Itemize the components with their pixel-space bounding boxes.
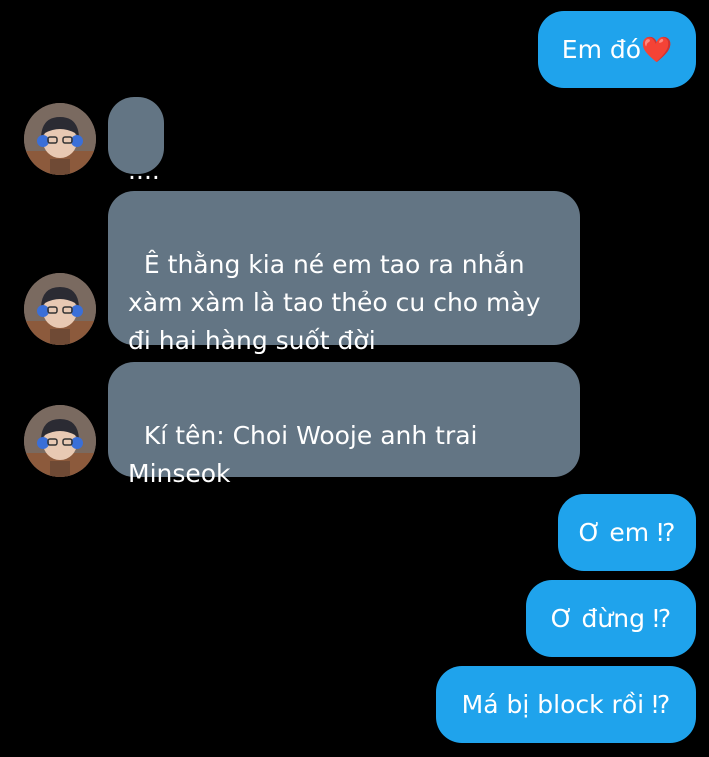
message-text: Má bị block rồi ⁉	[461, 689, 671, 719]
contact-avatar[interactable]	[24, 405, 96, 477]
avatar-photo	[24, 103, 96, 175]
message-text: Kí tên: Choi Wooje anh trai Minseok	[128, 421, 486, 488]
avatar-photo	[24, 273, 96, 345]
contact-avatar[interactable]	[24, 273, 96, 345]
message-text: Ơ em ⁉	[578, 517, 676, 547]
message-bubble-outgoing[interactable]: Ơ em ⁉	[558, 494, 696, 571]
contact-avatar[interactable]	[24, 103, 96, 175]
message-bubble-incoming[interactable]: Ê thằng kia né em tao ra nhắn xàm xàm là…	[108, 191, 580, 355]
message-text: Ơ đừng ⁉	[550, 603, 672, 633]
message-bubble-outgoing[interactable]: Má bị block rồi ⁉	[436, 666, 696, 743]
message-bubble-outgoing[interactable]: Em đó❤️	[538, 11, 696, 88]
message-bubble-incoming[interactable]: Kí tên: Choi Wooje anh trai Minseok	[108, 362, 580, 488]
message-text: Em đó❤️	[561, 34, 673, 64]
avatar-photo	[24, 405, 96, 477]
message-text: Ê thằng kia né em tao ra nhắn xàm xàm là…	[128, 250, 549, 355]
message-bubble-incoming[interactable]: ....	[108, 97, 164, 185]
message-bubble-outgoing[interactable]: Ơ đừng ⁉	[526, 580, 696, 657]
message-text: ....	[128, 156, 160, 185]
